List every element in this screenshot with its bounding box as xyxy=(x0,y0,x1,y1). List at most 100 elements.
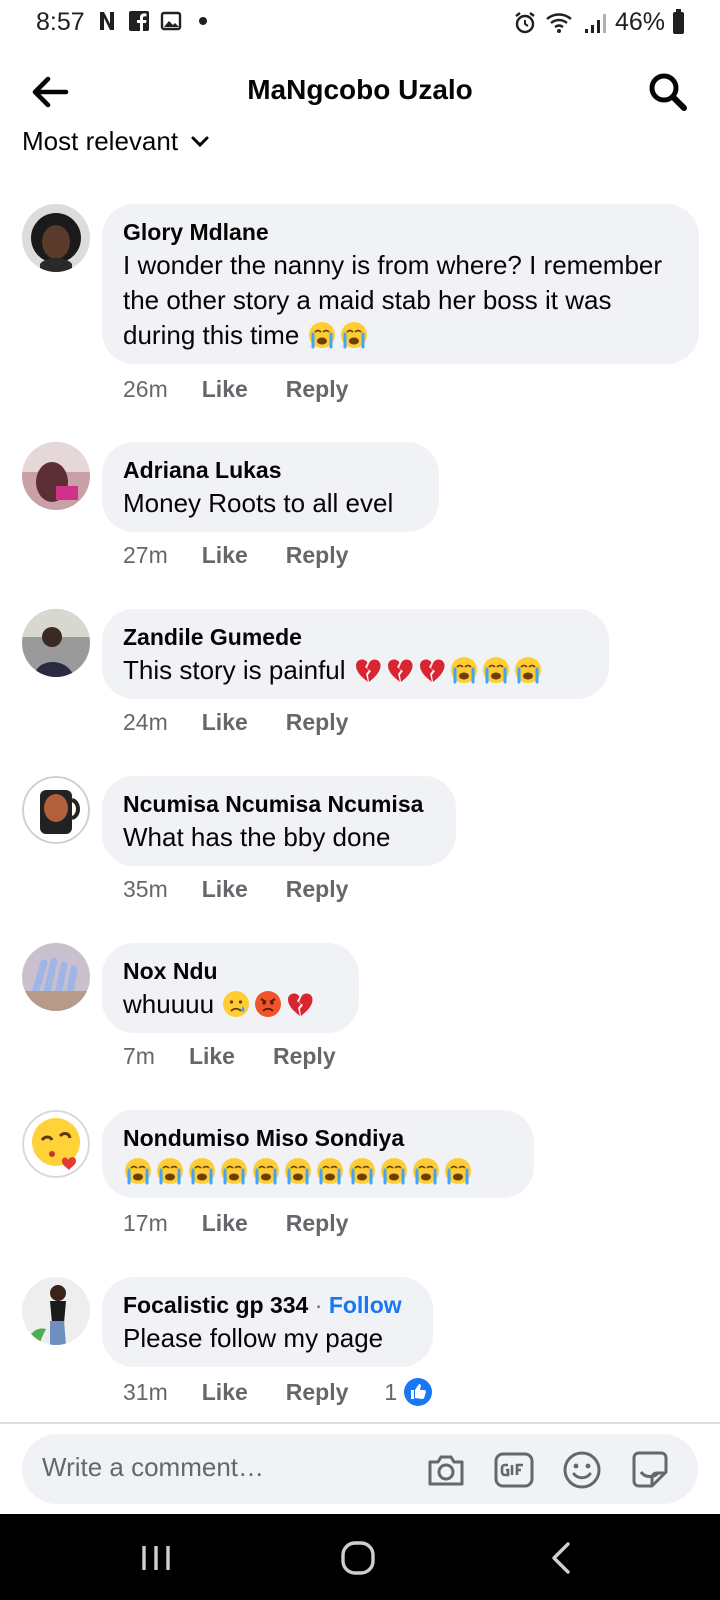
recents-icon[interactable] xyxy=(134,1536,178,1580)
comment-text xyxy=(123,1154,514,1189)
sad-tear-emoji-icon xyxy=(221,989,251,1019)
comment-time[interactable]: 7m xyxy=(123,1043,155,1070)
comment-author-name[interactable]: Focalistic gp 334 xyxy=(123,1292,308,1318)
avatar[interactable] xyxy=(22,776,90,844)
comment-time[interactable]: 35m xyxy=(123,876,168,903)
like-button[interactable]: Like xyxy=(202,1379,248,1406)
reply-button[interactable]: Reply xyxy=(273,1043,336,1070)
status-time: 8:57 xyxy=(36,8,85,36)
avatar[interactable] xyxy=(22,442,90,510)
follow-button[interactable]: Follow xyxy=(329,1292,402,1318)
like-button[interactable]: Like xyxy=(202,876,248,903)
crying-emoji-icon xyxy=(449,655,479,685)
comment-author[interactable]: Glory Mdlane xyxy=(123,216,679,248)
comment-time[interactable]: 26m xyxy=(123,376,168,403)
gallery-notification-icon xyxy=(160,11,182,31)
comment-time[interactable]: 27m xyxy=(123,542,168,569)
netflix-notification-icon xyxy=(100,12,114,30)
crying-emoji-icon xyxy=(219,1156,249,1186)
reply-button[interactable]: Reply xyxy=(286,876,349,903)
emoji-row xyxy=(307,320,371,350)
reply-button[interactable]: Reply xyxy=(286,709,349,736)
emoji-row xyxy=(221,989,317,1019)
status-bar: 8:57 46% xyxy=(0,0,720,46)
crying-emoji-icon xyxy=(411,1156,441,1186)
chevron-down-icon xyxy=(191,136,209,147)
comment-actions: 24m Like Reply xyxy=(123,709,348,736)
comment-text: This story is painful xyxy=(123,653,589,688)
broken-heart-emoji-icon xyxy=(353,655,383,685)
reply-button[interactable]: Reply xyxy=(286,542,349,569)
comment-time[interactable]: 24m xyxy=(123,709,168,736)
comment-bubble: Ncumisa Ncumisa Ncumisa What has the bby… xyxy=(102,776,456,866)
crying-emoji-icon xyxy=(513,655,543,685)
wifi-icon xyxy=(546,12,572,33)
separator-dot: · xyxy=(308,1292,329,1318)
comment-actions: 27m Like Reply xyxy=(123,542,348,569)
gif-icon[interactable] xyxy=(492,1448,536,1492)
comment-author: Focalistic gp 334 · Follow xyxy=(123,1289,413,1321)
comment-actions: 35m Like Reply xyxy=(123,876,348,903)
dot-icon xyxy=(199,17,207,25)
battery-icon xyxy=(673,8,684,34)
crying-emoji-icon xyxy=(187,1156,217,1186)
comment-author[interactable]: Nondumiso Miso Sondiya xyxy=(123,1122,514,1154)
camera-icon[interactable] xyxy=(424,1448,468,1492)
comment-text: whuuuu xyxy=(123,987,339,1022)
comment-bubble: Focalistic gp 334 · Follow Please follow… xyxy=(102,1277,433,1367)
alarm-icon xyxy=(515,11,535,33)
reply-button[interactable]: Reply xyxy=(286,1210,349,1237)
comment-bubble: Adriana Lukas Money Roots to all evel xyxy=(102,442,439,532)
comment-actions: 26m Like Reply xyxy=(123,376,348,403)
comment-input[interactable] xyxy=(42,1452,402,1483)
sort-dropdown[interactable]: Most relevant xyxy=(22,126,210,157)
comment-text: Money Roots to all evel xyxy=(123,488,394,518)
avatar[interactable] xyxy=(22,1110,90,1178)
reply-button[interactable]: Reply xyxy=(286,376,349,403)
signal-icon xyxy=(584,13,606,33)
crying-emoji-icon xyxy=(123,1156,153,1186)
home-icon[interactable] xyxy=(336,1536,380,1580)
comment-actions: 7m Like Reply xyxy=(123,1043,336,1070)
comment-author[interactable]: Ncumisa Ncumisa Ncumisa xyxy=(123,788,436,820)
like-button[interactable]: Like xyxy=(202,1210,248,1237)
reaction-count: 1 xyxy=(384,1378,398,1405)
reaction-summary[interactable]: 1 xyxy=(384,1377,433,1407)
comment-author[interactable]: Zandile Gumede xyxy=(123,621,589,653)
comment-composer xyxy=(22,1434,698,1504)
sticker-icon[interactable] xyxy=(628,1448,672,1492)
reply-button[interactable]: Reply xyxy=(286,1379,349,1406)
comment-bubble: Zandile Gumede This story is painful xyxy=(102,609,609,699)
like-button[interactable]: Like xyxy=(189,1043,235,1070)
emoji-smile-icon[interactable] xyxy=(560,1448,604,1492)
comment-bubble: Nox Ndu whuuuu xyxy=(102,943,359,1033)
crying-emoji-icon xyxy=(283,1156,313,1186)
notification-icons xyxy=(96,10,214,32)
comment-author[interactable]: Adriana Lukas xyxy=(123,454,419,486)
comment-actions: 31m Like Reply 1 xyxy=(123,1377,433,1407)
search-icon[interactable] xyxy=(644,68,692,116)
back-nav-icon[interactable] xyxy=(540,1536,584,1580)
comment-text: I wonder the nanny is from where? I reme… xyxy=(123,250,663,350)
broken-heart-emoji-icon xyxy=(285,989,315,1019)
crying-emoji-icon xyxy=(347,1156,377,1186)
crying-emoji-icon xyxy=(443,1156,473,1186)
like-button[interactable]: Like xyxy=(202,376,248,403)
comment-bubble: Glory Mdlane I wonder the nanny is from … xyxy=(102,204,699,364)
crying-emoji-icon xyxy=(339,320,369,350)
comment-time[interactable]: 31m xyxy=(123,1379,168,1406)
comment-actions: 17m Like Reply xyxy=(123,1210,348,1237)
avatar[interactable] xyxy=(22,943,90,1011)
emoji-row xyxy=(123,1156,475,1186)
crying-emoji-icon xyxy=(307,320,337,350)
avatar[interactable] xyxy=(22,204,90,272)
comment-author[interactable]: Nox Ndu xyxy=(123,955,339,987)
crying-emoji-icon xyxy=(155,1156,185,1186)
crying-emoji-icon xyxy=(481,655,511,685)
like-button[interactable]: Like xyxy=(202,709,248,736)
like-button[interactable]: Like xyxy=(202,542,248,569)
comment-bubble: Nondumiso Miso Sondiya xyxy=(102,1110,534,1198)
avatar[interactable] xyxy=(22,609,90,677)
comment-time[interactable]: 17m xyxy=(123,1210,168,1237)
avatar[interactable] xyxy=(22,1277,90,1345)
